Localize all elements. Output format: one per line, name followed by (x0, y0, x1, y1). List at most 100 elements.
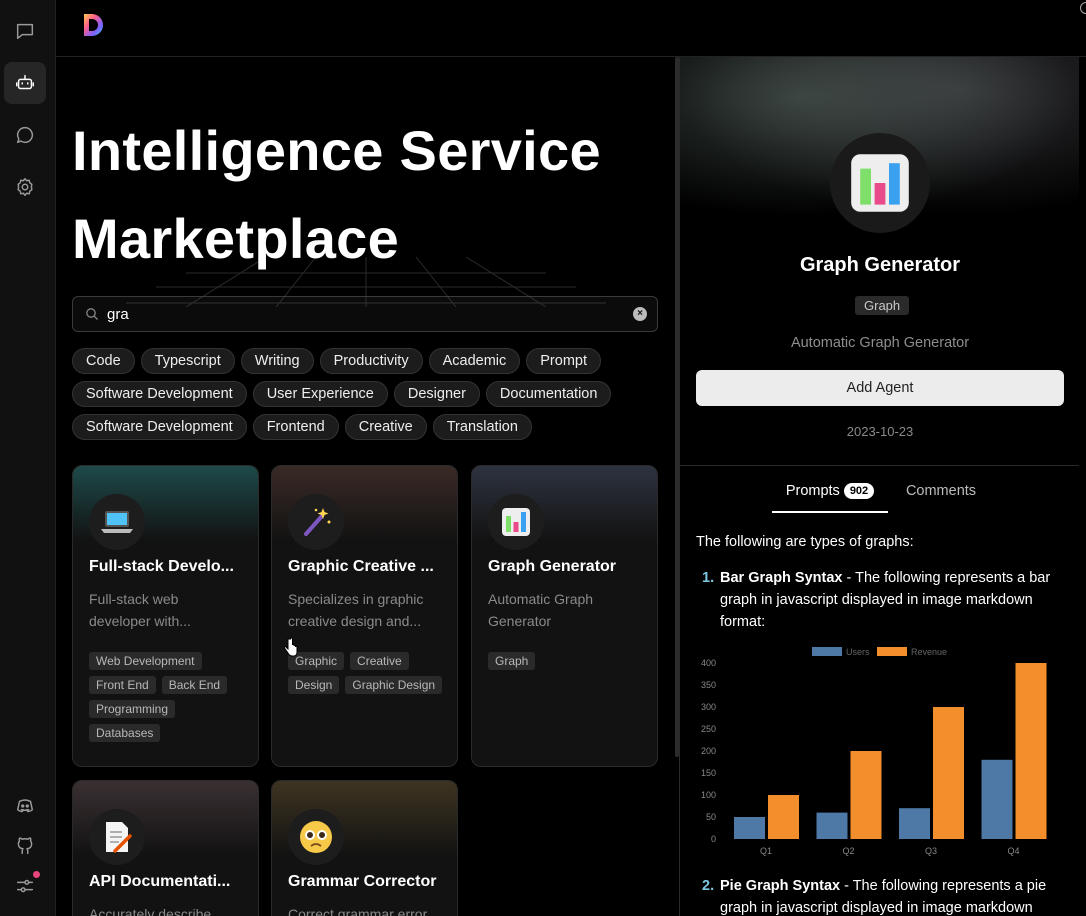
card-title: Graphic Creative ... (288, 558, 434, 575)
title-line-1: Intelligence Service (72, 119, 601, 182)
search-input[interactable] (99, 305, 633, 323)
card-tag: Creative (350, 652, 409, 670)
gear-icon (17, 178, 33, 196)
card-description: Correct grammar error (288, 906, 428, 916)
card-tag: Programming (89, 700, 176, 718)
list-item: 2. Pie Graph Syntax - The following repr… (696, 875, 1066, 916)
prompt-content: The following are types of graphs: 1. Ba… (696, 531, 1066, 633)
agent-card[interactable]: Full-stack Develo... Full-stack web deve… (72, 465, 259, 767)
card-description: Full-stack web developer with... (89, 591, 191, 629)
agent-title: Graph Generator (799, 254, 961, 276)
bar-users (734, 817, 765, 839)
tab-prompts-label: Prompts (785, 483, 840, 499)
pleading-face-icon (300, 821, 332, 853)
agents-nav-button[interactable] (4, 62, 46, 104)
agent-card[interactable]: API Documentati... Accurately describe (72, 780, 259, 916)
discover-nav-button[interactable] (4, 114, 46, 156)
legend-label: Users (846, 647, 870, 657)
tag-filter-list: Code Typescript Writing Productivity Aca… (72, 348, 662, 447)
y-tick-label: 0 (711, 834, 716, 844)
settings-nav-button[interactable] (4, 166, 46, 208)
bar-chart-icon (851, 154, 909, 212)
tag-pill[interactable]: Software Development (72, 414, 247, 440)
tag-pill[interactable]: Software Development (72, 381, 247, 407)
card-tag: Graph (488, 652, 536, 670)
bar-revenue (933, 707, 964, 839)
page-title: Intelligence Service Marketplace (72, 107, 662, 283)
card-description: Specializes in graphic creative design a… (288, 591, 424, 629)
card-tags: Graph (488, 652, 648, 670)
chat-nav-button[interactable] (4, 10, 46, 52)
marketplace-main: Intelligence Service Marketplace × Code … (56, 57, 676, 916)
legend-swatch (812, 647, 842, 656)
search-icon (86, 308, 98, 320)
tag-pill[interactable]: Code (72, 348, 135, 374)
tag-pill[interactable]: Frontend (252, 414, 339, 440)
laptop-icon (101, 511, 133, 533)
list-item: 1. Bar Graph Syntax - The following repr… (696, 567, 1066, 633)
tag-pill[interactable]: Translation (432, 414, 532, 440)
y-tick-label: 50 (706, 812, 716, 822)
tab-comments[interactable]: Comments (896, 477, 986, 513)
tag-pill[interactable]: Prompt (526, 348, 601, 374)
tag-pill[interactable]: Academic (428, 348, 521, 374)
agent-date: 2023-10-23 (846, 424, 914, 439)
list-item-heading: Pie Graph Syntax (720, 878, 841, 894)
card-tag: Web Development (89, 652, 202, 670)
tag-pill[interactable]: User Experience (252, 381, 388, 407)
prompt-intro: The following are types of graphs: (696, 534, 914, 550)
bar-users (899, 808, 930, 839)
divider (680, 465, 1079, 466)
bar-revenue (1015, 663, 1047, 839)
card-description: Automatic Graph Generator (488, 591, 594, 629)
add-agent-button[interactable]: Add Agent (696, 370, 1064, 406)
card-title: Grammar Corrector (288, 873, 437, 890)
tag-pill[interactable]: Creative (344, 414, 427, 440)
y-tick-label: 150 (701, 768, 716, 778)
top-bar (56, 0, 1086, 57)
tag-pill[interactable]: Designer (393, 381, 480, 407)
tag-pill[interactable]: Productivity (319, 348, 423, 374)
card-tags: Web Development Front End Back End Progr… (89, 652, 249, 742)
github-button[interactable] (4, 825, 46, 867)
card-tag: Graphic Design (345, 676, 443, 694)
agent-card[interactable]: Grammar Corrector Correct grammar error (271, 780, 458, 916)
x-tick-label: Q3 (925, 846, 937, 856)
bar-revenue (850, 751, 882, 839)
preferences-button[interactable] (4, 865, 46, 907)
window-edge-icon (1080, 2, 1086, 14)
tag-pill[interactable]: Writing (240, 348, 314, 374)
legend-label: Revenue (911, 647, 947, 657)
agent-card[interactable]: Graph Generator Automatic Graph Generato… (471, 465, 658, 767)
agent-card[interactable]: Graphic Creative ... Specializes in grap… (271, 465, 458, 767)
card-tag: Databases (89, 724, 161, 742)
discord-button[interactable] (4, 785, 46, 827)
list-number: 1. (702, 570, 715, 586)
x-tick-label: Q1 (760, 846, 772, 856)
bar-chart: 0 50 100 150 200 250 300 350 400 Users Revenue Q1 Q2… (701, 647, 1047, 856)
tag-pill[interactable]: Documentation (485, 381, 612, 407)
legend-swatch (877, 647, 907, 656)
tag-pill[interactable]: Typescript (140, 348, 235, 374)
card-tag: Front End (89, 676, 156, 694)
detail-tabs: Prompts 902 Comments (680, 477, 1079, 513)
discord-icon (16, 799, 34, 813)
card-tags: Graphic Creative Design Graphic Design (288, 652, 448, 694)
y-tick-label: 250 (701, 724, 716, 734)
avatar (288, 809, 344, 865)
list-item-heading: Bar Graph Syntax (720, 570, 843, 586)
title-line-2: Marketplace (72, 207, 400, 270)
avatar (89, 809, 145, 865)
notification-dot (33, 871, 40, 878)
agent-tag: Graph (855, 296, 910, 315)
avatar (488, 494, 544, 550)
card-tag: Back End (161, 676, 228, 694)
card-title: API Documentati... (89, 873, 231, 890)
clear-search-icon[interactable]: × (633, 307, 647, 321)
card-description: Accurately describe (89, 906, 212, 916)
panel-header: Graph Generator Graph Automatic Graph Ge… (680, 57, 1079, 467)
card-title: Graph Generator (488, 558, 617, 575)
agent-detail-panel: Graph Generator Graph Automatic Graph Ge… (679, 57, 1079, 916)
app-logo (84, 14, 103, 36)
tab-prompts[interactable]: Prompts 902 (772, 477, 888, 513)
